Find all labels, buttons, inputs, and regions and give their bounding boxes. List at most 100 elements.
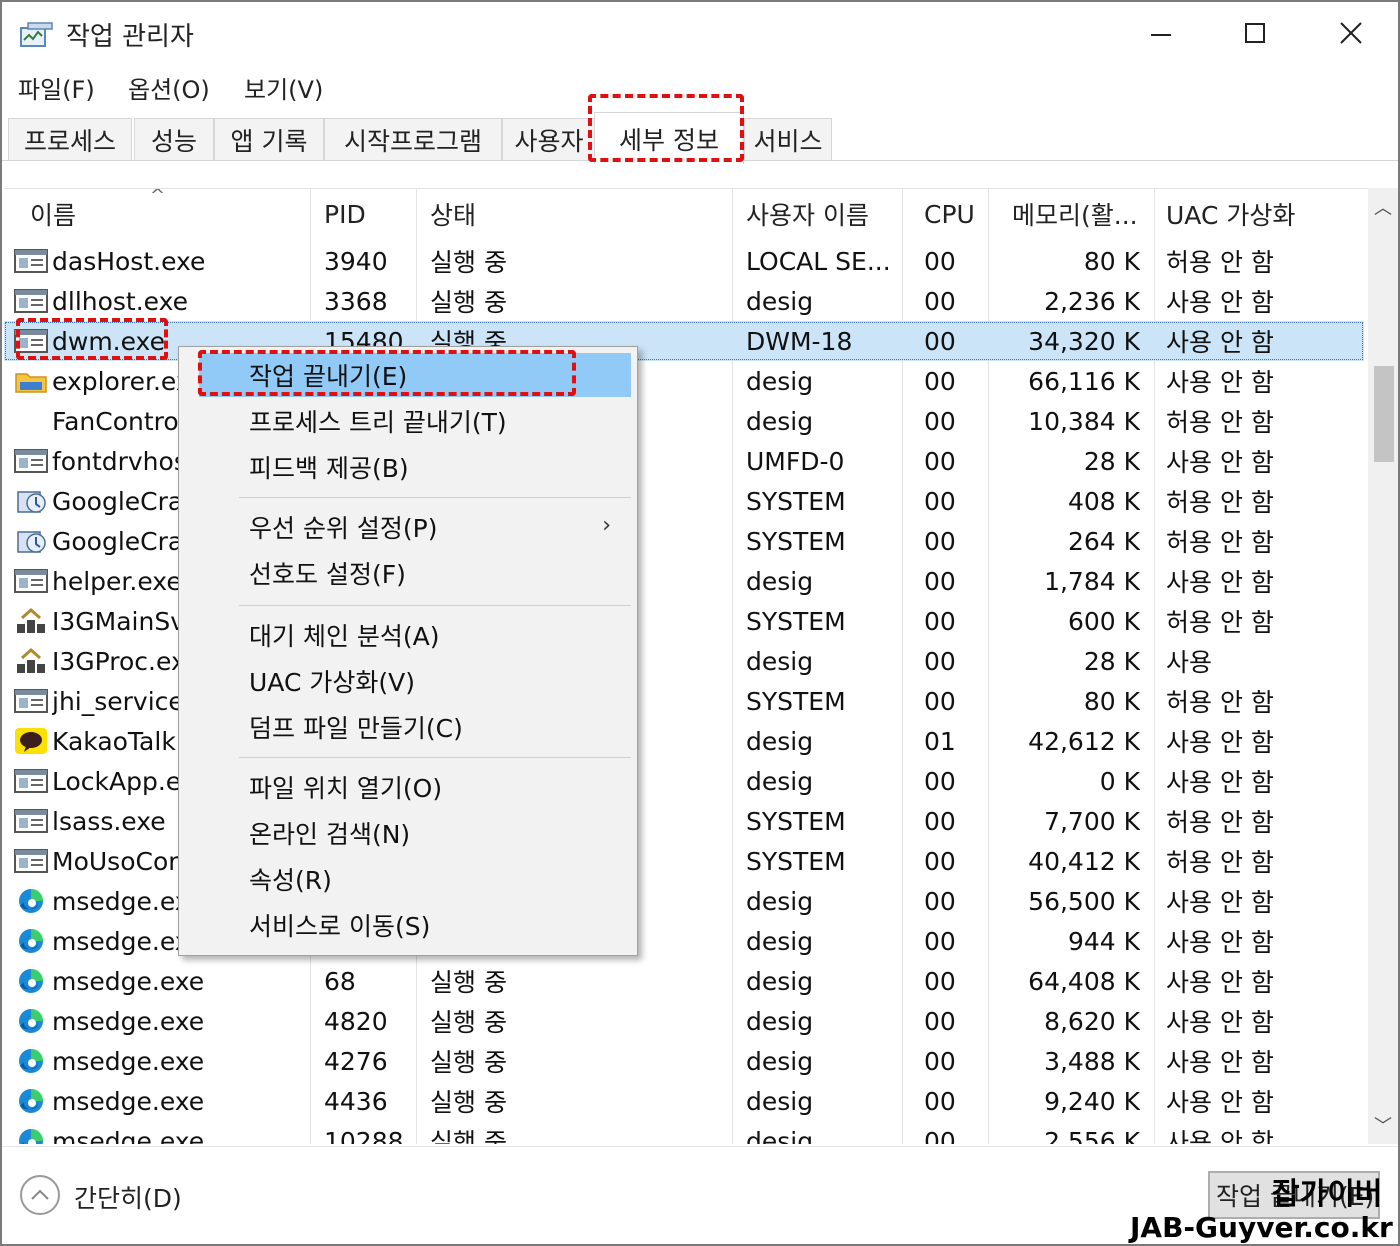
tab-users[interactable]: 사용자 <box>502 118 596 160</box>
cell-uac: 허용 안 함 <box>1166 688 1274 717</box>
cell-memory: 264 K <box>1067 526 1140 556</box>
cell-user: desig <box>746 366 814 396</box>
ctx-end-process-tree[interactable]: 프로세스 트리 끝내기(T) <box>199 399 631 443</box>
fewer-details-link[interactable]: 간단히(D) <box>74 1179 182 1215</box>
chevron-up-icon[interactable] <box>20 1175 60 1215</box>
ctx-separator <box>239 605 631 606</box>
column-user[interactable]: 사용자 이름 <box>746 189 896 239</box>
cell-uac: 사용 안 함 <box>1166 368 1274 397</box>
minimize-icon <box>1151 34 1171 36</box>
window-icon <box>14 808 48 834</box>
column-cpu[interactable]: CPU <box>924 189 984 239</box>
column-name[interactable]: 이름 <box>30 189 300 239</box>
tab-details[interactable]: 세부 정보 <box>594 112 744 164</box>
ctx-set-affinity[interactable]: 선호도 설정(F) <box>199 551 631 595</box>
scroll-down-arrow-icon[interactable]: ﹀ <box>1368 1110 1398 1140</box>
scrollbar-thumb[interactable] <box>1374 366 1394 462</box>
ctx-set-priority[interactable]: 우선 순위 설정(P) › <box>199 505 631 549</box>
cell-memory: 80 K <box>1083 246 1140 276</box>
cell-user: SYSTEM <box>746 526 846 556</box>
ctx-search-online[interactable]: 온라인 검색(N) <box>199 811 631 855</box>
maximize-button[interactable] <box>1220 8 1290 58</box>
tab-app-history[interactable]: 앱 기록 <box>214 118 324 160</box>
cell-user: desig <box>746 1046 814 1076</box>
cell-cpu: 00 <box>924 326 956 356</box>
vertical-scrollbar[interactable]: ︿ ﹀ <box>1368 188 1398 1144</box>
cell-status: 실행 중 <box>430 968 507 997</box>
ctx-analyze-wait-chain[interactable]: 대기 체인 분석(A) <box>199 613 631 657</box>
menu-options[interactable]: 옵션(O) <box>128 70 210 105</box>
cell-uac: 사용 안 함 <box>1166 768 1274 797</box>
ctx-separator <box>239 757 631 758</box>
ctx-provide-feedback[interactable]: 피드백 제공(B) <box>199 445 631 489</box>
cell-cpu: 00 <box>924 486 956 516</box>
cell-user: desig <box>746 406 814 436</box>
tab-services[interactable]: 서비스 <box>744 118 832 160</box>
ctx-separator <box>239 497 631 498</box>
minimize-button[interactable] <box>1126 8 1196 58</box>
tab-startup[interactable]: 시작프로그램 <box>324 118 502 160</box>
menu-view[interactable]: 보기(V) <box>244 70 323 105</box>
table-row[interactable]: msedge.exe 4820 실행 중 desig 00 8,620 K 사용 안 함 <box>4 1001 1364 1041</box>
cell-memory: 56,500 K <box>1028 886 1140 916</box>
cell-status: 실행 중 <box>430 1008 507 1037</box>
cell-uac: 사용 안 함 <box>1166 568 1274 597</box>
cell-user: desig <box>746 766 814 796</box>
cell-cpu: 00 <box>924 766 956 796</box>
table-row[interactable]: msedge.exe 10288 실행 중 desig 00 2,556 K 사용 안 함 <box>4 1121 1364 1144</box>
cell-memory: 34,320 K <box>1028 326 1140 356</box>
tab-performance[interactable]: 성능 <box>134 118 214 160</box>
cell-memory: 28 K <box>1083 446 1140 476</box>
title-bar: 작업 관리자 <box>2 2 1398 62</box>
cell-uac: 사용 안 함 <box>1166 1128 1274 1144</box>
cell-name: dasHost.exe <box>52 246 206 276</box>
watermark-url: JAB-Guyver.co.kr <box>1130 1211 1393 1244</box>
cell-user: desig <box>746 1086 814 1116</box>
cell-memory: 28 K <box>1083 646 1140 676</box>
window-icon <box>14 248 48 274</box>
column-memory[interactable]: 메모리(활... <box>1012 189 1148 239</box>
window-icon <box>14 848 48 874</box>
column-uac[interactable]: UAC 가상화 <box>1166 189 1366 239</box>
cell-user: SYSTEM <box>746 806 846 836</box>
cell-cpu: 00 <box>924 446 956 476</box>
cell-cpu: 00 <box>924 1126 956 1145</box>
edge-icon <box>14 1008 48 1034</box>
cell-cpu: 00 <box>924 606 956 636</box>
menu-file[interactable]: 파일(F) <box>18 70 95 105</box>
column-pid[interactable]: PID <box>324 189 414 239</box>
ctx-properties[interactable]: 속성(R) <box>199 857 631 901</box>
table-row[interactable]: msedge.exe 68 실행 중 desig 00 64,408 K 사용 안 함 <box>4 961 1364 1001</box>
cell-user: UMFD-0 <box>746 446 845 476</box>
ctx-end-task[interactable]: 작업 끝내기(E) <box>199 353 631 397</box>
scroll-up-arrow-icon[interactable]: ︿ <box>1368 192 1398 222</box>
ctx-open-file-location[interactable]: 파일 위치 열기(O) <box>199 765 631 809</box>
folder-icon <box>14 368 48 394</box>
ctx-create-dump-file[interactable]: 덤프 파일 만들기(C) <box>199 705 631 749</box>
cell-user: SYSTEM <box>746 686 846 716</box>
ctx-go-to-services[interactable]: 서비스로 이동(S) <box>199 903 631 947</box>
cell-name: dllhost.exe <box>52 286 189 316</box>
close-button[interactable] <box>1316 8 1386 58</box>
cell-name: msedge.exe <box>52 966 205 996</box>
ctx-uac-virtualization[interactable]: UAC 가상화(V) <box>199 659 631 703</box>
window-icon <box>14 328 48 354</box>
cell-cpu: 00 <box>924 1086 956 1116</box>
cell-cpu: 00 <box>924 966 956 996</box>
cell-memory: 3,488 K <box>1044 1046 1140 1076</box>
edge-icon <box>14 1048 48 1074</box>
cell-cpu: 00 <box>924 526 956 556</box>
table-row[interactable]: msedge.exe 4436 실행 중 desig 00 9,240 K 사용 안 함 <box>4 1081 1364 1121</box>
cell-uac: 허용 안 함 <box>1166 528 1274 557</box>
cell-uac: 사용 안 함 <box>1166 1008 1274 1037</box>
cell-name: msedge.exe <box>52 1086 205 1116</box>
table-row[interactable]: dasHost.exe 3940 실행 중 LOCAL SE... 00 80 K 허용 안… <box>4 241 1364 281</box>
cell-cpu: 00 <box>924 406 956 436</box>
cell-memory: 40,412 K <box>1028 846 1140 876</box>
tab-processes[interactable]: 프로세스 <box>8 118 132 160</box>
cell-user: desig <box>746 286 814 316</box>
table-row[interactable]: msedge.exe 4276 실행 중 desig 00 3,488 K 사용 안 함 <box>4 1041 1364 1081</box>
column-status[interactable]: 상태 <box>430 189 730 239</box>
table-row[interactable]: dllhost.exe 3368 실행 중 desig 00 2,236 K 사용 안 함 <box>4 281 1364 321</box>
cell-uac: 사용 안 함 <box>1166 888 1274 917</box>
